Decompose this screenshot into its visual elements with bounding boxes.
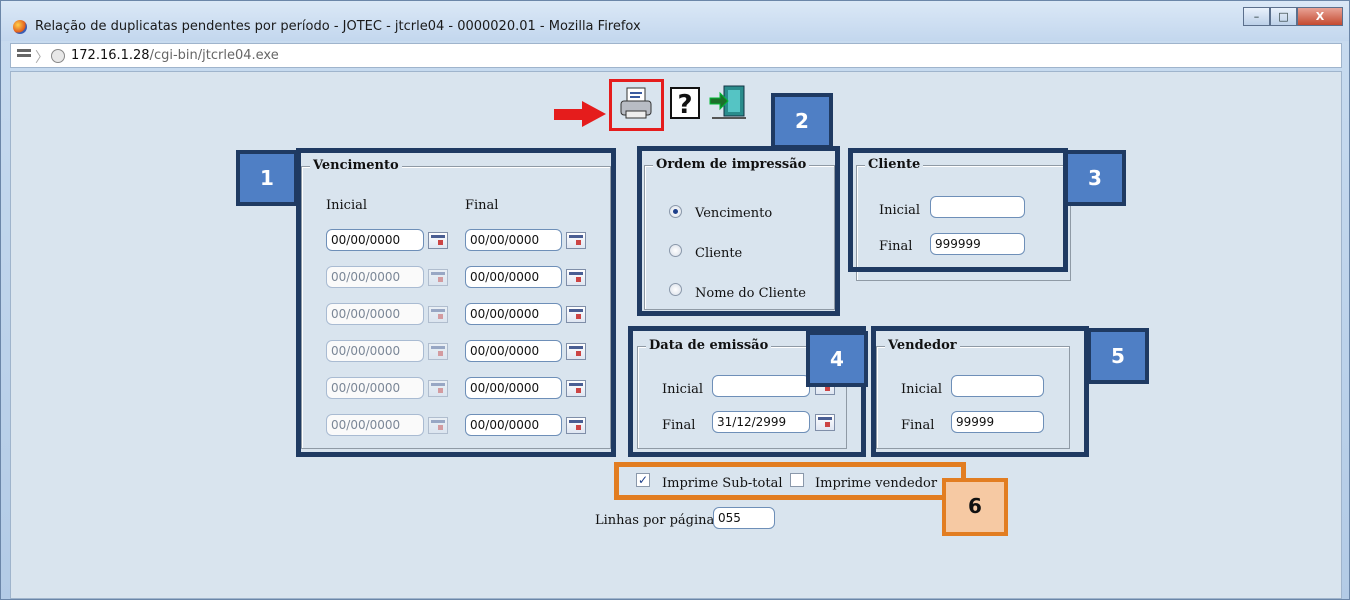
callout-tag-3: 3 <box>1064 150 1126 206</box>
maximize-button[interactable]: □ <box>1270 7 1297 26</box>
callout-box-6 <box>614 462 966 500</box>
printer-icon[interactable] <box>618 86 656 122</box>
callout-box-2 <box>637 146 840 316</box>
close-button[interactable]: X <box>1297 7 1343 26</box>
callout-tag-6: 6 <box>942 478 1008 536</box>
callout-tag-5: 5 <box>1087 328 1149 384</box>
address-bar[interactable]: 〉 172.16.1.28/cgi-bin/jtcrle04.exe <box>10 43 1342 68</box>
firefox-icon <box>13 20 27 34</box>
callout-box-3 <box>848 148 1068 272</box>
linhas-input[interactable]: 055 <box>713 507 775 529</box>
url-text[interactable]: 172.16.1.28/cgi-bin/jtcrle04.exe <box>71 48 279 63</box>
callout-tag-2: 2 <box>771 93 833 149</box>
callout-tag-1: 1 <box>236 150 298 206</box>
help-icon[interactable]: ? <box>669 86 701 122</box>
globe-icon <box>51 49 65 63</box>
title-bar: Relação de duplicatas pendentes por perí… <box>1 1 1349 41</box>
page-menu-icon[interactable] <box>17 49 31 61</box>
window-title: Relação de duplicatas pendentes por perí… <box>35 19 641 34</box>
minimize-button[interactable]: – <box>1243 7 1270 26</box>
linhas-label: Linhas por página: <box>595 513 719 528</box>
svg-text:?: ? <box>677 90 692 120</box>
chevron-right-icon: 〉 <box>35 50 49 66</box>
red-arrow-icon <box>554 101 606 127</box>
exit-icon[interactable] <box>708 84 748 122</box>
callout-tag-4: 4 <box>806 331 868 387</box>
window-controls: – □ X <box>1243 7 1343 26</box>
callout-box-1 <box>296 148 616 457</box>
callout-box-5 <box>871 326 1089 457</box>
